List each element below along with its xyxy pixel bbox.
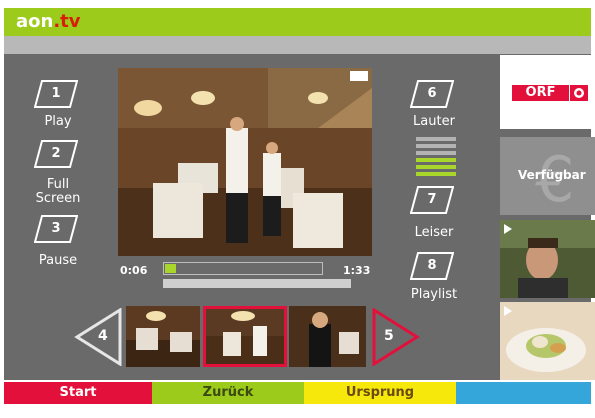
playlist-key-button[interactable]: 8 (410, 252, 454, 280)
thumbnail-image (203, 306, 287, 367)
volume-up-label: Lauter (413, 114, 455, 129)
volume-up-key-number: 6 (427, 86, 437, 101)
orf-eye-icon (570, 85, 588, 101)
fullscreen-label-line1: Full (46, 177, 70, 192)
play-marker-icon (504, 224, 512, 234)
start-nav-button[interactable]: Start (4, 382, 152, 404)
volume-bar (416, 137, 456, 141)
blue-nav-button[interactable] (456, 382, 591, 404)
thumbnail-item-selected[interactable] (203, 306, 287, 367)
previous-key-number: 4 (98, 328, 108, 344)
pause-key-button[interactable]: 3 (34, 215, 78, 243)
available-label: Verfügbar (518, 168, 586, 182)
orf-logo-text: ORF (525, 85, 556, 100)
thumbnail-image (289, 306, 366, 367)
progress-fill (165, 264, 176, 273)
volume-down-label: Leiser (414, 225, 454, 240)
pause-key-number: 3 (51, 221, 61, 236)
volume-down-key-number: 7 (427, 192, 437, 207)
pause-label: Pause (38, 253, 78, 268)
video-frame[interactable] (118, 68, 372, 256)
fullscreen-label-line2: Screen (35, 191, 81, 206)
total-time: 1:33 (343, 264, 371, 277)
fullscreen-key-number: 2 (51, 146, 61, 161)
video-scene-image (118, 68, 372, 256)
logo-main-text: aon (16, 11, 54, 32)
buffer-bar (163, 279, 351, 288)
playlist-key-number: 8 (427, 258, 437, 273)
orf-channel-tile[interactable]: ORF (500, 55, 595, 129)
playlist-label: Playlist (410, 287, 458, 302)
channel-preview-image (500, 302, 595, 380)
aon-tv-logo: aon.tv (16, 11, 81, 32)
play-label: Play (44, 114, 72, 129)
arrow-right-icon (372, 307, 420, 367)
volume-bar (416, 165, 456, 169)
play-key-button[interactable]: 1 (34, 80, 78, 108)
thumbnail-image (126, 306, 200, 367)
volume-bar (416, 144, 456, 148)
logo-tld-text: .tv (53, 11, 81, 32)
volume-bar (416, 151, 456, 155)
current-time: 0:06 (120, 264, 148, 277)
channel-thumbnail-food[interactable] (500, 302, 595, 380)
header-divider-strip (4, 36, 591, 54)
play-marker-icon (504, 306, 512, 316)
fullscreen-key-button[interactable]: 2 (34, 140, 78, 168)
channel-thumbnail-man[interactable] (500, 220, 595, 298)
volume-bar (416, 172, 456, 176)
previous-arrow-button[interactable]: 4 (74, 307, 122, 367)
next-arrow-button[interactable]: 5 (372, 307, 420, 367)
origin-nav-button[interactable]: Ursprung (304, 382, 456, 404)
thumbnail-strip (126, 306, 366, 367)
progress-bar[interactable] (163, 262, 323, 275)
channel-preview-image (500, 220, 595, 298)
available-channel-tile[interactable]: € Verfügbar (500, 137, 595, 215)
volume-bar (416, 158, 456, 162)
next-key-number: 5 (384, 328, 394, 344)
volume-up-key-button[interactable]: 6 (410, 80, 454, 108)
back-nav-button[interactable]: Zurück (152, 382, 304, 404)
thumbnail-item[interactable] (289, 306, 366, 367)
orf-logo: ORF (512, 85, 569, 101)
volume-down-key-button[interactable]: 7 (410, 186, 454, 214)
top-bar: aon.tv (4, 8, 591, 36)
thumbnail-item[interactable] (126, 306, 200, 367)
play-key-number: 1 (51, 86, 61, 101)
